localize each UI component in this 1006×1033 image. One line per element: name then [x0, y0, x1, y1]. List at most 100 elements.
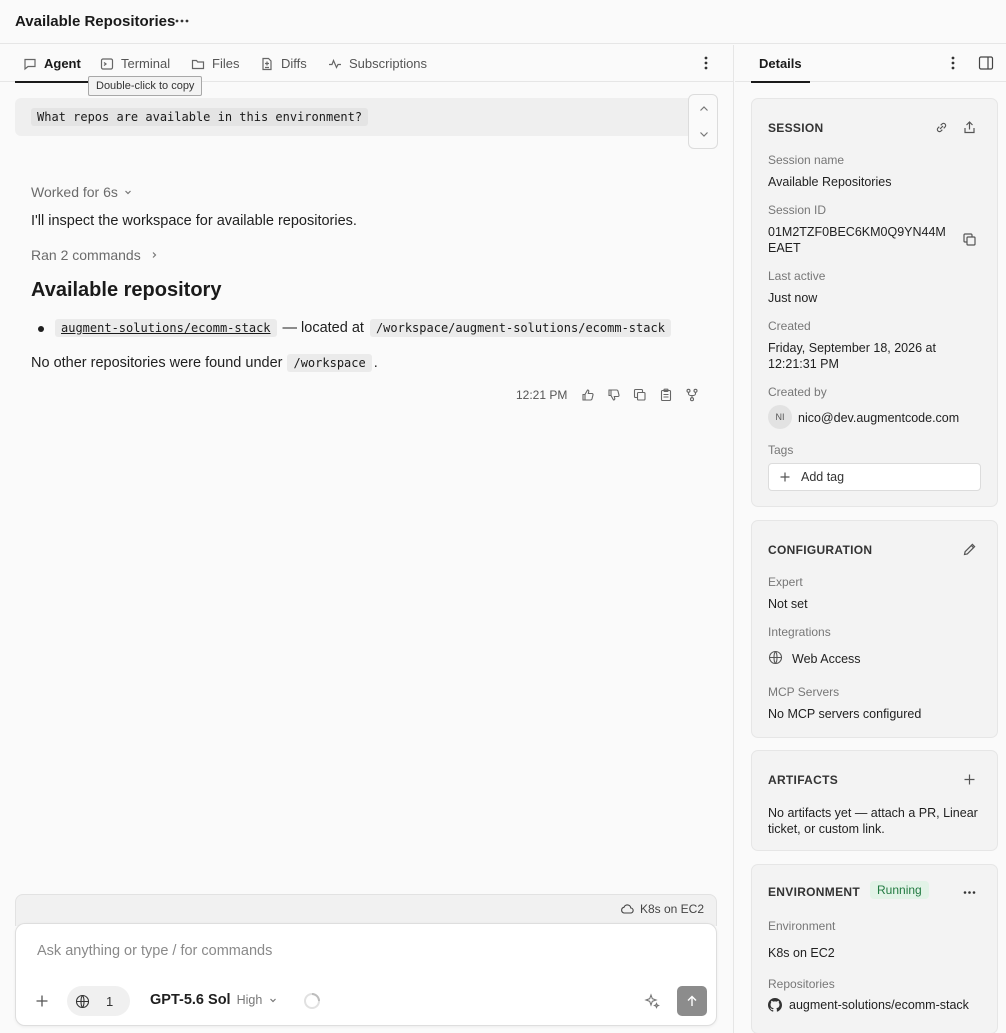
copy-button[interactable]: [627, 386, 653, 404]
ran-commands-label: Ran 2 commands: [31, 247, 141, 263]
repo-path-code: /workspace/augment-solutions/ecomm-stack: [369, 319, 671, 337]
expert-value: Not set: [768, 597, 808, 611]
environment-label: Environment: [768, 919, 836, 933]
tab-label: Subscriptions: [349, 56, 428, 71]
vertical-ellipsis-icon: [704, 56, 708, 70]
message-timestamp: 12:21 PM: [516, 388, 568, 402]
chat-bubble-icon: [24, 58, 36, 70]
add-attachment-icon[interactable]: [34, 993, 50, 1009]
agent-intro-text: I'll inspect the workspace for available…: [31, 213, 357, 229]
arrow-up-icon: [687, 995, 697, 1006]
environment-label: K8s on EC2: [639, 902, 704, 916]
vertical-ellipsis-icon: [951, 56, 955, 70]
list-item: augment-solutions/ecomm-stack — located …: [55, 319, 671, 337]
response-heading: Available repository: [31, 279, 222, 301]
tools-pill[interactable]: 1: [67, 986, 130, 1016]
reasoning-level: High: [236, 993, 263, 1007]
session-card: SESSION Session name Available Repositor…: [751, 98, 998, 507]
ran-commands-toggle[interactable]: Ran 2 commands: [31, 247, 159, 263]
artifacts-empty-line-1: No artifacts yet — attach a PR, Linear: [768, 806, 978, 820]
environment-value: K8s on EC2: [768, 946, 835, 960]
worked-for-label: Worked for 6s: [31, 184, 118, 200]
expert-label: Expert: [768, 575, 803, 589]
message-actions: 12:21 PM: [516, 386, 705, 404]
tab-diffs[interactable]: Diffs: [260, 45, 307, 82]
toggle-panel-icon[interactable]: [978, 55, 994, 71]
thumbs-up-icon: [582, 389, 594, 401]
last-active-label: Last active: [768, 269, 826, 283]
repositories-label: Repositories: [768, 977, 835, 991]
integration-web-access: Web Access: [792, 652, 861, 666]
chevron-down-icon: [124, 190, 131, 195]
top-bar: Available Repositories: [0, 0, 1006, 44]
model-selector[interactable]: GPT-5.6 Sol High: [150, 992, 278, 1008]
message-composer: Ask anything or type / for commands 1 GP…: [15, 923, 717, 1026]
copy-icon[interactable]: [962, 232, 977, 247]
thumbs-up-button[interactable]: [575, 386, 601, 404]
artifacts-card: ARTIFACTS No artifacts yet — attach a PR…: [751, 750, 998, 851]
artifacts-empty-line-2: ticket, or custom link.: [768, 822, 885, 836]
tools-count: 1: [106, 993, 114, 1009]
tab-details[interactable]: Details: [751, 45, 810, 83]
ellipsis-icon: [175, 19, 189, 23]
configuration-header: CONFIGURATION: [768, 543, 873, 557]
thumbs-down-button[interactable]: [601, 386, 627, 404]
user-message-text: What repos are available in this environ…: [31, 108, 369, 126]
pencil-icon[interactable]: [962, 542, 977, 557]
chevron-down-icon[interactable]: [697, 127, 711, 141]
clipboard-button[interactable]: [653, 386, 679, 404]
send-button[interactable]: [677, 986, 707, 1016]
configuration-card: CONFIGURATION Expert Not set Integration…: [751, 520, 998, 738]
copy-tooltip: Double-click to copy: [88, 76, 203, 96]
repo-name-code[interactable]: augment-solutions/ecomm-stack: [55, 319, 277, 337]
ellipsis-icon[interactable]: [962, 885, 977, 900]
share-icon[interactable]: [962, 120, 977, 135]
created-line-2: 12:21:31 PM: [768, 357, 839, 371]
details-menu-button[interactable]: [945, 55, 961, 71]
fork-icon: [686, 388, 698, 402]
fork-button[interactable]: [679, 386, 705, 404]
plus-icon: [780, 472, 790, 482]
tags-label: Tags: [768, 443, 794, 457]
folder-icon: [191, 59, 205, 69]
copy-icon: [634, 388, 646, 401]
last-active-value: Just now: [768, 291, 818, 305]
session-id-line-1: 01M2TZF0BEC6KM0Q9YN44M: [768, 225, 946, 239]
session-id-label: Session ID: [768, 203, 827, 217]
chevron-up-icon[interactable]: [697, 102, 711, 116]
artifacts-header: ARTIFACTS: [768, 773, 839, 787]
response-footer: No other repositories were found under /…: [31, 354, 378, 372]
user-message: What repos are available in this environ…: [15, 98, 717, 136]
globe-icon: [768, 650, 783, 665]
conversation-pane: Agent Terminal Files Diffs Subscriptions…: [0, 45, 734, 1033]
environment-header: ENVIRONMENT: [768, 885, 860, 899]
footer-text: No other repositories were found under: [31, 355, 283, 371]
tab-subscriptions[interactable]: Subscriptions: [328, 45, 427, 82]
message-navigator: [688, 94, 718, 149]
add-tag-button[interactable]: Add tag: [768, 463, 981, 491]
created-by-label: Created by: [768, 385, 827, 399]
more-options-button[interactable]: [174, 13, 190, 29]
mcp-servers-value: No MCP servers configured: [768, 707, 922, 721]
pulse-icon: [329, 58, 341, 69]
tab-label: Files: [212, 56, 240, 71]
integrations-label: Integrations: [768, 625, 831, 639]
session-name-label: Session name: [768, 153, 845, 167]
located-text: — located at: [282, 320, 364, 336]
message-input[interactable]: Ask anything or type / for commands: [37, 943, 272, 959]
model-name: GPT-5.6 Sol: [150, 992, 231, 1008]
repository-item[interactable]: augment-solutions/ecomm-stack: [789, 997, 969, 1013]
list-bullet: [38, 326, 44, 332]
diff-file-icon: [262, 57, 272, 70]
clipboard-icon: [661, 388, 672, 402]
tab-agent[interactable]: Agent: [15, 45, 89, 83]
workspace-path-code: /workspace: [287, 354, 372, 372]
tab-menu-button[interactable]: [698, 55, 714, 71]
sparkle-icon[interactable]: [644, 993, 660, 1009]
globe-icon: [75, 994, 90, 1008]
plus-icon[interactable]: [962, 772, 977, 787]
worked-for-toggle[interactable]: Worked for 6s: [31, 184, 133, 200]
status-badge: Running: [870, 881, 929, 899]
link-icon[interactable]: [934, 120, 949, 135]
environment-indicator[interactable]: K8s on EC2: [620, 902, 704, 916]
